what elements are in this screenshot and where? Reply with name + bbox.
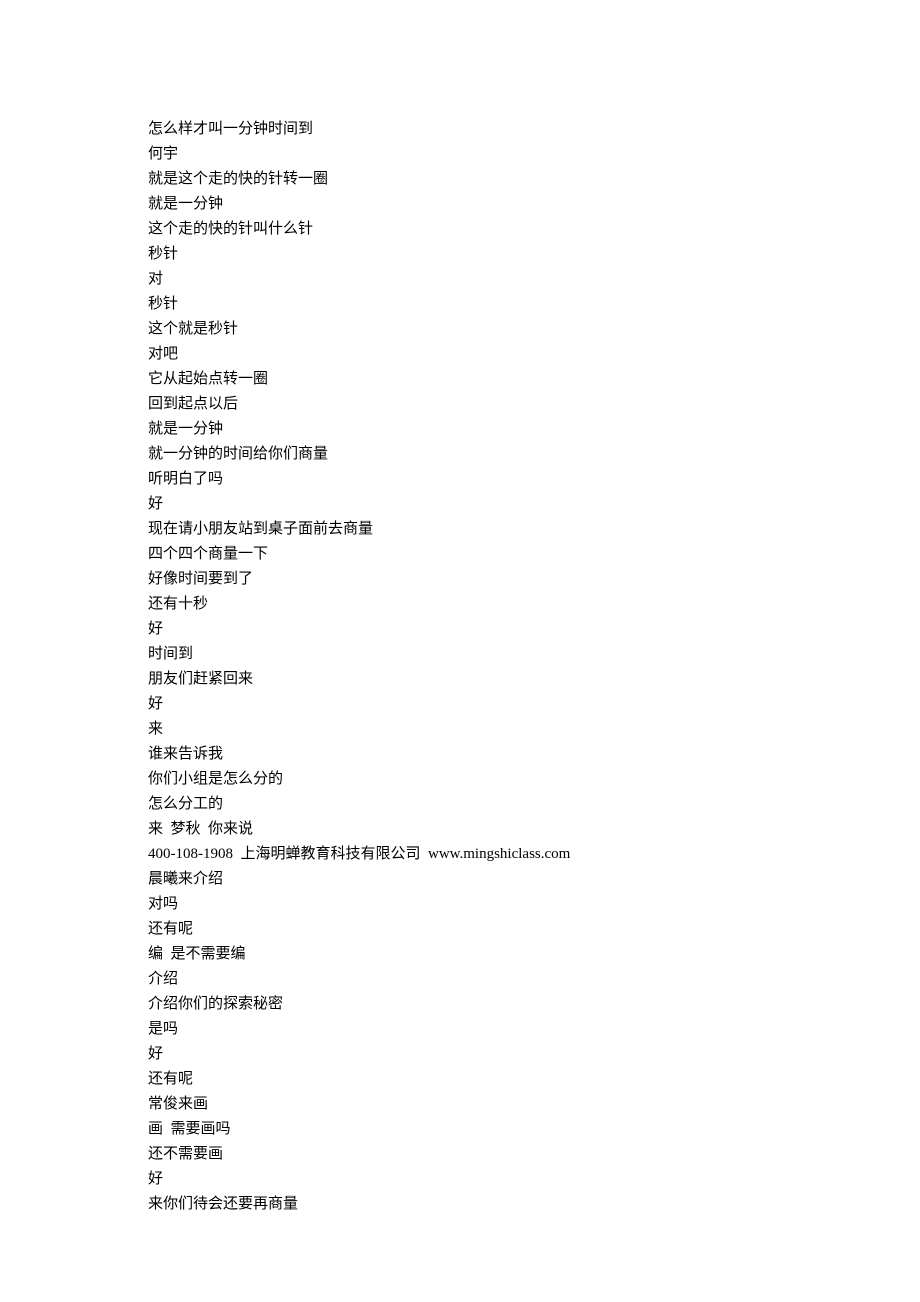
text-line: 好像时间要到了 — [148, 567, 772, 592]
text-line: 好 — [148, 1042, 772, 1067]
text-line: 听明白了吗 — [148, 467, 772, 492]
text-line: 还有呢 — [148, 1067, 772, 1092]
text-line: 对 — [148, 267, 772, 292]
text-line: 好 — [148, 692, 772, 717]
text-line: 对吧 — [148, 342, 772, 367]
text-line: 还不需要画 — [148, 1142, 772, 1167]
text-line: 就是这个走的快的针转一圈 — [148, 167, 772, 192]
text-line: 就是一分钟 — [148, 417, 772, 442]
text-line: 画 需要画吗 — [148, 1117, 772, 1142]
text-line: 何宇 — [148, 142, 772, 167]
text-line: 编 是不需要编 — [148, 942, 772, 967]
text-line: 来 梦秋 你来说 — [148, 817, 772, 842]
text-line: 时间到 — [148, 642, 772, 667]
text-line: 常俊来画 — [148, 1092, 772, 1117]
text-line: 怎么分工的 — [148, 792, 772, 817]
text-line: 好 — [148, 1167, 772, 1192]
text-line: 怎么样才叫一分钟时间到 — [148, 117, 772, 142]
text-line: 对吗 — [148, 892, 772, 917]
text-line: 这个就是秒针 — [148, 317, 772, 342]
text-line: 介绍你们的探索秘密 — [148, 992, 772, 1017]
text-line: 还有十秒 — [148, 592, 772, 617]
text-line: 好 — [148, 617, 772, 642]
text-line: 秒针 — [148, 242, 772, 267]
text-line: 秒针 — [148, 292, 772, 317]
text-line: 是吗 — [148, 1017, 772, 1042]
text-line: 好 — [148, 492, 772, 517]
text-line: 现在请小朋友站到桌子面前去商量 — [148, 517, 772, 542]
text-line: 谁来告诉我 — [148, 742, 772, 767]
text-line: 它从起始点转一圈 — [148, 367, 772, 392]
text-line: 四个四个商量一下 — [148, 542, 772, 567]
text-line: 晨曦来介绍 — [148, 867, 772, 892]
text-line: 介绍 — [148, 967, 772, 992]
text-line: 朋友们赶紧回来 — [148, 667, 772, 692]
text-line: 400-108-1908 上海明蝉教育科技有限公司 www.mingshicla… — [148, 842, 772, 867]
text-line: 这个走的快的针叫什么针 — [148, 217, 772, 242]
text-line: 就是一分钟 — [148, 192, 772, 217]
text-line: 你们小组是怎么分的 — [148, 767, 772, 792]
document-page: 怎么样才叫一分钟时间到何宇就是这个走的快的针转一圈就是一分钟这个走的快的针叫什么… — [0, 0, 920, 1277]
text-line: 来 — [148, 717, 772, 742]
text-line: 就一分钟的时间给你们商量 — [148, 442, 772, 467]
text-line: 还有呢 — [148, 917, 772, 942]
text-line: 回到起点以后 — [148, 392, 772, 417]
text-line: 来你们待会还要再商量 — [148, 1192, 772, 1217]
